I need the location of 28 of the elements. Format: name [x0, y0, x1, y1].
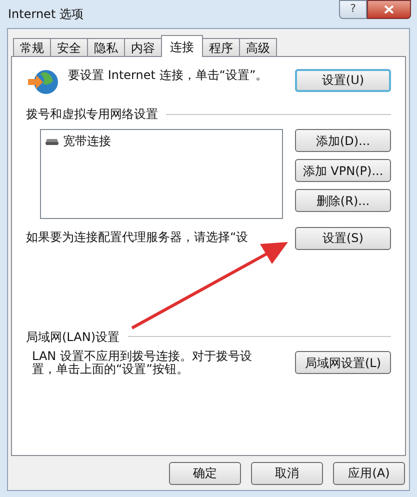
dialog-button[interactable]: 局域网设置(L): [295, 351, 391, 374]
help-button[interactable]: ?: [339, 0, 367, 19]
lan-text: LAN 设置不应用到拨号连接。对于拨号设置，单击上面的“设置”按钮。: [32, 350, 253, 376]
close-button[interactable]: [367, 0, 411, 19]
dialog-button[interactable]: 删除(R)...: [295, 189, 391, 212]
proxy-text: 如果要为连接配置代理服务器，请选择“设: [26, 229, 248, 246]
tab[interactable]: 隐私: [87, 38, 125, 57]
tab[interactable]: 程序: [202, 38, 240, 57]
group-heading: 拨号和虚拟专用网络设置: [26, 106, 158, 123]
dialog-button[interactable]: 取消: [251, 462, 323, 484]
dialog-button[interactable]: 设置(U): [295, 68, 391, 92]
tab[interactable]: 常规: [13, 38, 51, 57]
window-title: Internet 选项: [8, 6, 84, 23]
dialog-button[interactable]: 添加 VPN(P)...: [295, 159, 391, 182]
tab[interactable]: 内容: [124, 38, 162, 57]
tab[interactable]: 连接: [161, 35, 203, 57]
list-item[interactable]: 宽带连接: [43, 132, 280, 150]
setup-text: 要设置 Internet 连接，单击“设置”。: [68, 68, 269, 82]
globe-icon: [26, 67, 60, 97]
tab[interactable]: 高级: [239, 38, 277, 57]
dialog-button[interactable]: 应用(A): [333, 462, 405, 484]
dialog-button[interactable]: 设置(S): [295, 226, 391, 250]
dialog-button[interactable]: 确定: [169, 462, 241, 484]
group-heading: 局域网(LAN)设置: [26, 328, 120, 346]
close-icon: [384, 5, 394, 14]
dialog-button[interactable]: 添加(D)...: [295, 129, 391, 152]
tab[interactable]: 安全: [50, 38, 88, 57]
modem-icon: [45, 136, 59, 146]
